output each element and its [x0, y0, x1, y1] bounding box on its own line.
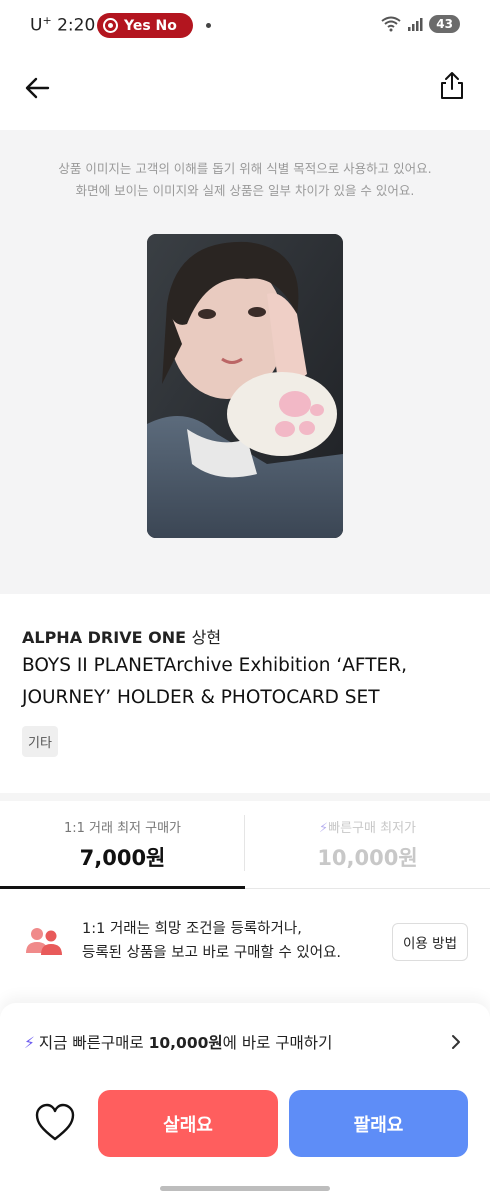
bolt-icon: ⚡ — [24, 1034, 35, 1052]
back-arrow-icon[interactable] — [22, 72, 54, 104]
product-title: BOYS II PLANETArchive Exhibition ‘AFTER,… — [22, 655, 407, 708]
artist-name[interactable]: ALPHA DRIVE ONE 상현 — [22, 624, 221, 648]
section-divider — [0, 793, 490, 801]
recording-pill[interactable]: Yes No — [97, 13, 193, 38]
chevron-right-icon — [452, 1035, 460, 1049]
status-icons: 43 — [381, 15, 460, 33]
image-notice-line1: 상품 이미지는 고객의 이해를 돕기 위해 식별 목적으로 사용하고 있어요. — [58, 161, 432, 176]
category-tag: 기타 — [22, 726, 58, 757]
tab-direct-trade-price: 7,000원 — [79, 846, 166, 870]
quick-buy-prefix: 지금 빠른구매로 — [38, 1034, 149, 1052]
record-icon — [103, 18, 118, 33]
share-icon[interactable] — [436, 70, 468, 102]
carrier-plus: + — [42, 14, 52, 27]
sell-button[interactable]: 팔래요 — [289, 1090, 468, 1157]
tab-direct-trade[interactable]: 1:1 거래 최저 구매가 7,000원 — [0, 801, 245, 889]
artist-member: 상현 — [191, 628, 222, 647]
top-nav — [0, 60, 490, 116]
clock: 2:20 — [57, 15, 96, 36]
trade-info-row: 1:1 거래는 희망 조건을 등록하거나, 등록된 상품을 보고 바로 구매할 … — [0, 905, 490, 985]
quick-buy-suffix: 에 바로 구매하기 — [222, 1034, 333, 1052]
tab-quick-buy-label: 빠른구매 최저가 — [328, 821, 416, 836]
carrier-time: U+ 2:20 — [30, 14, 95, 36]
signal-icon — [408, 18, 423, 31]
battery-indicator: 43 — [429, 15, 460, 33]
photocard-illustration — [147, 234, 343, 538]
buy-button[interactable]: 살래요 — [98, 1090, 278, 1157]
tab-direct-trade-label: 1:1 거래 최저 구매가 — [63, 821, 182, 836]
trade-info-text: 1:1 거래는 희망 조건을 등록하거나, 등록된 상품을 보고 바로 구매할 … — [82, 917, 341, 965]
quick-buy-amount: 10,000원 — [148, 1034, 223, 1052]
artist-group: ALPHA DRIVE ONE — [22, 628, 187, 647]
trade-info-line2: 등록된 상품을 보고 바로 구매할 수 있어요. — [82, 945, 342, 961]
product-image-area: 상품 이미지는 고객의 이해를 돕기 위해 식별 목적으로 사용하고 있어요. … — [0, 130, 490, 594]
people-icon — [26, 928, 62, 955]
price-tabs: 1:1 거래 최저 구매가 7,000원 ⚡빠른구매 최저가 10,000원 — [0, 801, 490, 889]
product-photocard-image[interactable] — [147, 234, 343, 538]
image-notice-line2: 화면에 보이는 이미지와 실제 상품은 일부 차이가 있을 수 있어요. — [75, 183, 415, 198]
trade-info-line1: 1:1 거래는 희망 조건을 등록하거나, — [82, 921, 302, 937]
recording-pill-label: Yes No — [124, 17, 177, 34]
tab-quick-buy-price: 10,000원 — [317, 846, 418, 870]
bolt-icon: ⚡ — [319, 821, 329, 836]
how-to-use-button[interactable]: 이용 방법 — [392, 923, 468, 961]
heart-icon[interactable] — [34, 1103, 76, 1143]
quick-buy-link[interactable]: ⚡ 지금 빠른구매로 10,000원에 바로 구매하기 — [24, 1031, 468, 1053]
bottom-action-panel: ⚡ 지금 빠른구매로 10,000원에 바로 구매하기 살래요 팔래요 — [0, 1003, 490, 1200]
home-indicator — [160, 1186, 330, 1191]
carrier-label: U — [30, 15, 43, 36]
wifi-icon — [381, 16, 401, 32]
image-notice: 상품 이미지는 고객의 이해를 돕기 위해 식별 목적으로 사용하고 있어요. … — [0, 158, 490, 202]
tab-quick-buy-label-wrap: ⚡빠른구매 최저가 — [245, 817, 490, 836]
notification-dot — [206, 23, 211, 28]
status-bar: U+ 2:20 Yes No 43 — [0, 0, 490, 50]
tab-quick-buy[interactable]: ⚡빠른구매 최저가 10,000원 — [245, 801, 490, 889]
